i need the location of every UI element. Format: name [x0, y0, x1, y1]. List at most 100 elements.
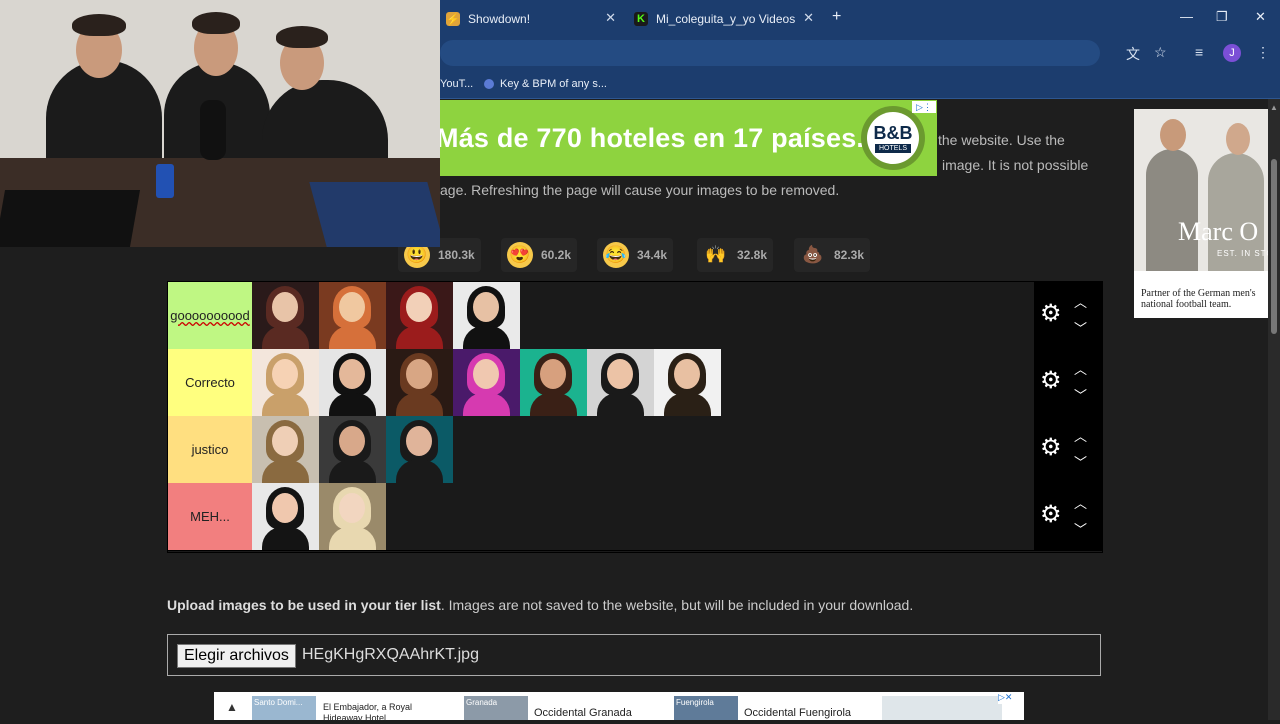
tier-label[interactable]: justico — [168, 416, 252, 483]
marc-opolo-ad[interactable]: Marc O EST. IN STO Partner of the German… — [1134, 109, 1268, 318]
gear-icon[interactable]: ⚙ — [1040, 369, 1064, 393]
tier-item-image[interactable] — [587, 349, 654, 416]
tier-item-image[interactable] — [386, 349, 453, 416]
ad-headline: Más de 770 hoteles en 17 países. — [436, 122, 865, 153]
reaction-poop[interactable]: 💩 82.3k — [794, 238, 871, 272]
upload-instructions-bold: Upload images to be used in your tier li… — [167, 597, 441, 613]
reaction-count: 180.3k — [438, 248, 475, 262]
ad-caption: Partner of the German men's national foo… — [1141, 288, 1256, 310]
bottom-hotel-ad[interactable]: ▲ Santo Domi... El Embajador, a Royal Hi… — [214, 692, 1024, 723]
hotel-name[interactable]: Occidental Fuengirola — [744, 707, 851, 719]
page-scrollbar[interactable]: ▲ — [1268, 99, 1280, 720]
microphone — [200, 100, 226, 160]
laptop — [309, 182, 440, 247]
hotel-ad-banner[interactable]: Más de 770 hoteles en 17 países. B&B HOT… — [436, 100, 937, 176]
chevron-down-icon[interactable]: ﹀ — [1074, 519, 1087, 538]
kick-favicon-icon: K — [634, 12, 648, 26]
poop-emoji-icon: 💩 — [802, 245, 824, 264]
chevron-up-icon[interactable]: ︿ — [1074, 359, 1087, 378]
hotel-thumb[interactable]: Santo Domi... — [252, 696, 316, 720]
chevron-up-icon[interactable]: ︿ — [1074, 493, 1087, 512]
tier-item-image[interactable] — [654, 349, 721, 416]
translate-icon[interactable]: 文 — [1126, 44, 1140, 64]
profile-avatar[interactable]: J — [1223, 44, 1241, 62]
tab-close-icon[interactable]: ✕ — [803, 10, 814, 26]
tier-row: MEH... ⚙ ︿ ﹀ — [168, 483, 1102, 551]
tab-close-icon[interactable]: ✕ — [605, 10, 616, 26]
gear-icon[interactable]: ⚙ — [1040, 503, 1064, 527]
raised-hands-emoji-icon: 🙌 — [705, 245, 727, 264]
scrollbar-thumb[interactable] — [1271, 159, 1277, 334]
chevron-down-icon[interactable]: ﹀ — [1074, 318, 1087, 337]
model-face — [1226, 123, 1250, 155]
thumb-label: Granada — [466, 698, 498, 707]
tab-showdown[interactable]: ⚡ Showdown! ✕ — [446, 4, 616, 34]
tab-title: Mi_coleguita_y_yo Videos - Wat — [656, 12, 796, 26]
reaction-raised-hands[interactable]: 🙌 32.8k — [697, 238, 774, 272]
tier-items — [252, 483, 386, 550]
close-window-button[interactable]: ✕ — [1255, 9, 1266, 25]
tier-item-image[interactable] — [319, 483, 386, 550]
upload-instructions: Upload images to be used in your tier li… — [167, 597, 913, 613]
scroll-up-icon[interactable]: ▲ — [1270, 103, 1278, 112]
reaction-laugh[interactable]: 😂 34.4k — [597, 238, 674, 272]
logo-text: B&B — [873, 122, 913, 143]
choose-files-button[interactable]: Elegir archivos — [177, 644, 296, 668]
person-hair — [192, 12, 240, 34]
tier-item-image[interactable] — [319, 349, 386, 416]
tier-label[interactable]: Correcto — [168, 349, 252, 416]
ad-brand-sub: EST. IN STO — [1217, 249, 1268, 258]
tier-item-image[interactable] — [252, 282, 319, 349]
tier-label[interactable]: MEH... — [168, 483, 252, 550]
hotel-name[interactable]: Occidental Granada — [534, 707, 632, 719]
reaction-count: 34.4k — [637, 248, 668, 262]
tier-item-image[interactable] — [319, 416, 386, 483]
laugh-emoji-icon: 😂 — [603, 242, 629, 268]
bookmark-youtube[interactable]: YouT... — [440, 78, 473, 90]
tier-item-image[interactable] — [252, 416, 319, 483]
tier-controls: ⚙ ︿ ﹀ — [1034, 349, 1102, 416]
new-tab-button[interactable]: + — [832, 8, 841, 26]
chevron-up-icon[interactable]: ︿ — [1074, 426, 1087, 445]
tier-item-image[interactable] — [386, 282, 453, 349]
address-bar[interactable] — [440, 40, 1100, 66]
adchoices-icon[interactable]: ▷✕ — [998, 692, 1022, 704]
logo-subtext: HOTELS — [874, 143, 911, 153]
tier-label[interactable]: goooooooood — [168, 282, 252, 349]
hotel-name[interactable]: El Embajador, a Royal Hideaway Hotel — [323, 702, 443, 724]
tier-items — [252, 349, 721, 416]
tier-item-image[interactable] — [453, 349, 520, 416]
tab-kick-videos[interactable]: K Mi_coleguita_y_yo Videos - Wat ✕ — [634, 4, 814, 34]
minimize-button[interactable]: — — [1180, 9, 1193, 24]
media-control-icon[interactable]: ≡ — [1195, 44, 1203, 60]
adchoices-icon[interactable]: ▷⋮ — [912, 101, 936, 113]
thumb-label: Santo Domi... — [254, 698, 303, 707]
hotel-thumb[interactable] — [882, 696, 1002, 720]
reaction-heart-eyes[interactable]: 😍 60.2k — [501, 238, 578, 272]
chevron-down-icon[interactable]: ﹀ — [1074, 385, 1087, 404]
chevron-down-icon[interactable]: ﹀ — [1074, 452, 1087, 471]
tier-item-image[interactable] — [453, 282, 520, 349]
gear-icon[interactable]: ⚙ — [1040, 436, 1064, 460]
tier-item-image[interactable] — [520, 349, 587, 416]
bookmark-star-icon[interactable]: ☆ — [1154, 44, 1167, 61]
tier-items — [252, 416, 453, 483]
tier-item-image[interactable] — [252, 483, 319, 550]
heart-eyes-emoji-icon: 😍 — [507, 242, 533, 268]
ad-brand: Marc O — [1178, 217, 1259, 246]
tier-row: justico ⚙ ︿ ﹀ — [168, 416, 1102, 484]
chevron-up-icon[interactable]: ︿ — [1074, 292, 1087, 311]
hotel-thumb[interactable]: Fuengirola — [674, 696, 738, 720]
bookmark-key-bpm[interactable]: Key & BPM of any s... — [484, 78, 607, 90]
tier-item-image[interactable] — [252, 349, 319, 416]
hotel-thumb[interactable]: Granada — [464, 696, 528, 720]
tier-item-image[interactable] — [386, 416, 453, 483]
gear-icon[interactable]: ⚙ — [1040, 302, 1064, 326]
tier-item-image[interactable] — [319, 282, 386, 349]
file-upload-field[interactable]: Elegir archivos HEgKHgRXQAAhrKT.jpg — [167, 634, 1101, 676]
collapse-up-icon[interactable]: ▲ — [226, 700, 238, 714]
menu-kebab-icon[interactable]: ⋮ — [1256, 44, 1270, 61]
intro-text-line1: the website. Use the — [938, 132, 1065, 148]
restore-button[interactable]: ❐ — [1216, 9, 1228, 25]
upload-instructions-rest: . Images are not saved to the website, b… — [440, 597, 914, 613]
